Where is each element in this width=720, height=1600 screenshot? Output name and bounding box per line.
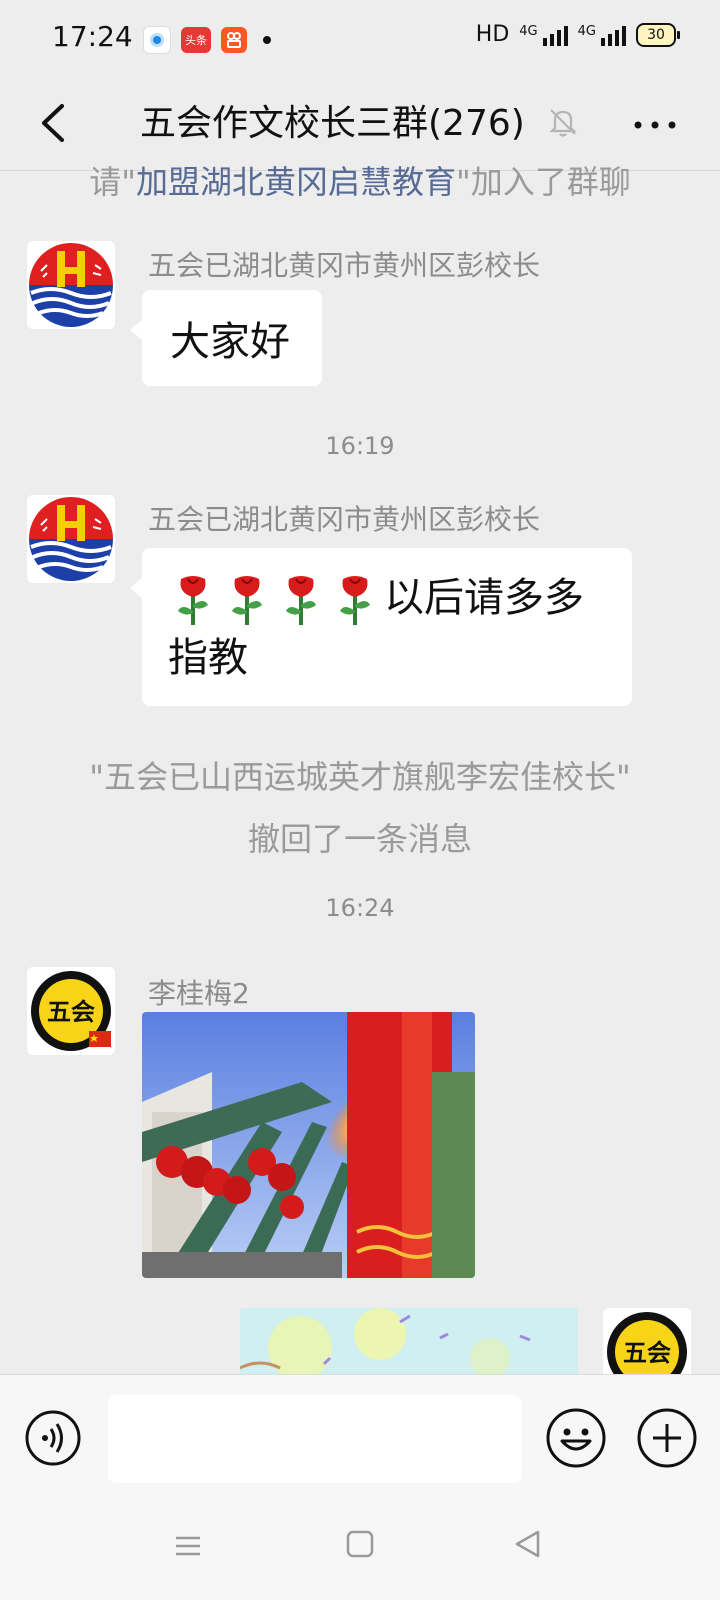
- input-bar: [0, 1374, 720, 1493]
- rose-emoji-icon: [340, 576, 370, 625]
- join-notice: 请"加盟湖北黄冈启慧教育"加入了群聊: [89, 163, 631, 201]
- sticker-image: [240, 1308, 578, 1374]
- avatar[interactable]: [27, 495, 115, 583]
- home-button[interactable]: [344, 1528, 376, 1560]
- timestamp: 16:19: [325, 432, 395, 460]
- joined-member-link[interactable]: 加盟湖北黄冈启慧教育: [136, 163, 456, 201]
- signal-icon-2: 4G: [578, 24, 626, 46]
- kuaishou-app-icon: [221, 27, 247, 53]
- qihui-logo-icon: [28, 242, 114, 328]
- back-button[interactable]: [30, 98, 80, 148]
- sender-name: 李桂梅2: [148, 977, 250, 1010]
- image-message[interactable]: [240, 1308, 578, 1374]
- more-notifications-dot: [263, 36, 271, 44]
- svg-text:五会: 五会: [623, 1339, 671, 1367]
- toutiao-app-icon: 头条: [181, 27, 211, 53]
- message-bubble[interactable]: 以后请多多指教: [130, 548, 632, 706]
- sender-name: 五会已湖北黄冈市黄州区彭校长: [148, 249, 541, 282]
- avatar[interactable]: [27, 241, 115, 329]
- rose-emoji-icon: [178, 576, 208, 625]
- wuhui-logo-icon: 五会: [31, 971, 111, 1051]
- signal-icon-1: 4G: [519, 24, 568, 46]
- system-nav-bar: [0, 1492, 720, 1600]
- wuhui-logo-icon: 五会: [607, 1312, 687, 1374]
- image-message[interactable]: [142, 1012, 475, 1278]
- svg-text:五会: 五会: [47, 998, 95, 1026]
- rose-emoji-icon: [232, 576, 262, 625]
- battery-icon: 30: [636, 22, 680, 47]
- qihui-logo-icon: [28, 496, 114, 582]
- browser-app-icon: [143, 26, 171, 54]
- message-bubble[interactable]: 大家好: [130, 290, 322, 386]
- rose-emoji-icon: [286, 576, 316, 625]
- firecracker-photo: [142, 1012, 475, 1278]
- system-back-button[interactable]: [512, 1528, 544, 1560]
- more-options-button[interactable]: [630, 110, 680, 140]
- my-avatar[interactable]: 五会: [603, 1308, 691, 1374]
- timestamp: 16:24: [325, 894, 395, 922]
- chat-title: 五会作文校长三群(276): [140, 103, 525, 144]
- message-input[interactable]: [108, 1395, 522, 1483]
- notification-icons: 头条: [143, 26, 271, 54]
- mute-bell-icon: [549, 109, 577, 137]
- avatar[interactable]: 五会: [27, 967, 115, 1055]
- system-indicators: HD 4G 4G 30: [475, 22, 680, 47]
- voice-input-button[interactable]: [24, 1409, 82, 1467]
- status-time: 17:24: [52, 20, 133, 53]
- recall-notice: "五会已山西运城英才旗舰李宏佳校长" 撤回了一条消息: [89, 758, 631, 858]
- sender-name: 五会已湖北黄冈市黄州区彭校长: [148, 503, 541, 536]
- recent-apps-button[interactable]: [172, 1530, 204, 1562]
- hd-label: HD: [475, 22, 510, 47]
- more-functions-button[interactable]: [636, 1407, 698, 1469]
- emoji-button[interactable]: [545, 1407, 607, 1469]
- status-bar: 17:24 头条 HD 4G 4G 30: [0, 0, 720, 80]
